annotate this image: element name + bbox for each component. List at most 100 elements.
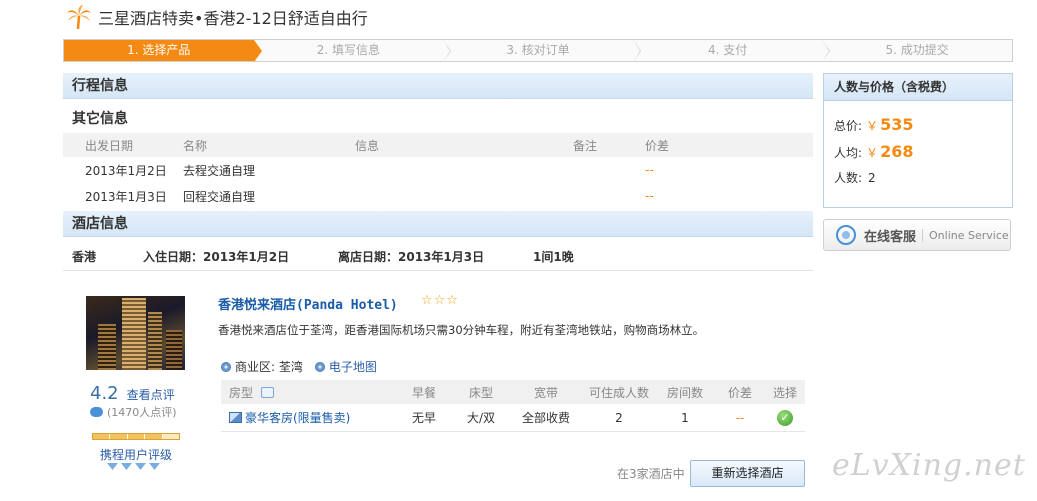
header-diff: 价差 — [645, 138, 670, 153]
room-type-link[interactable]: 豪华客房(限量售卖) — [245, 409, 350, 426]
selected-check-icon[interactable]: ✓ — [777, 409, 793, 426]
row-diff: -- — [645, 189, 654, 203]
avg-price-row: 人均: ￥ 268 — [834, 142, 913, 161]
step-pay: 4. 支付 — [633, 40, 831, 62]
step-fill-info: 2. 填写信息 — [254, 40, 452, 62]
table-row: 2013年1月3日 回程交通自理 -- — [63, 183, 813, 209]
avg-currency: ￥ — [866, 146, 879, 160]
district-text: 商业区: 荃湾 — [235, 360, 303, 374]
room-adults: 2 — [615, 410, 623, 425]
hotel-name-link[interactable]: 香港悦来酒店(Panda Hotel) — [218, 294, 398, 313]
total-value: 535 — [880, 115, 914, 134]
header-room-type: 房型 — [221, 384, 395, 401]
checkout-date: 离店日期：2013年1月3日 — [338, 250, 485, 264]
checkin-date: 入住日期：2013年1月2日 — [143, 250, 290, 264]
row-diff: -- — [645, 163, 654, 177]
avg-value: 268 — [880, 142, 914, 161]
photo-icon[interactable] — [229, 412, 242, 423]
hotel-stay-summary: 香港 入住日期：2013年1月2日 离店日期：2013年1月3日 1间1晚 — [63, 243, 813, 271]
chat-icon — [836, 225, 856, 245]
title-bar: 三星酒店特卖•香港2-12日舒适自由行 — [66, 4, 368, 30]
header-note: 备注 — [573, 138, 598, 153]
room-table: 房型 早餐 床型 宽带 可住成人数 房间数 价差 选择 豪华客房(限量售卖) 无… — [221, 380, 805, 432]
table-row: 豪华客房(限量售卖) 无早 大/双 全部收费 2 1 -- ✓ — [221, 404, 805, 432]
itinerary-section-header: 行程信息 — [63, 73, 813, 99]
hotel-description: 香港悦来酒店位于荃湾，距香港国际机场只需30分钟车程，附近有荃湾地铁站，购物商场… — [218, 323, 705, 337]
table-header: 房型 早餐 床型 宽带 可住成人数 房间数 价差 选择 — [221, 380, 805, 404]
stay-city: 香港 — [72, 250, 97, 264]
diamond-rating — [107, 463, 160, 470]
step-verify-order: 3. 核对订单 — [443, 40, 641, 62]
price-panel-title: 人数与价格（含税费） — [824, 74, 1012, 101]
online-service-sublabel: Online Service — [922, 228, 1009, 242]
review-count: (1470人点评) — [90, 404, 177, 420]
row-name: 回程交通自理 — [183, 189, 256, 204]
reselect-hotel-button[interactable]: 重新选择酒店 — [690, 460, 805, 487]
diamond-icon — [121, 463, 132, 470]
diamond-icon — [149, 463, 160, 470]
header-date: 出发日期 — [85, 138, 134, 153]
user-rating-bar — [92, 433, 180, 440]
room-broadband: 全部收费 — [521, 411, 570, 425]
room-type-header-label: 房型 — [229, 385, 254, 400]
person-count-row: 人数: 2 — [834, 169, 876, 186]
hotel-star-rating: ☆☆☆ — [421, 293, 459, 308]
watermark: eLvXing.net — [832, 448, 1026, 483]
avg-label: 人均: — [834, 146, 863, 160]
map-link-label: 电子地图 — [328, 360, 377, 374]
header-bed: 床型 — [468, 385, 493, 400]
total-currency: ￥ — [866, 119, 879, 133]
row-date: 2013年1月3日 — [85, 189, 167, 204]
price-panel: 人数与价格（含税费） 总价: ￥ 535 人均: ￥ 268 人数: 2 — [823, 73, 1013, 208]
hotel-score: 4.2 — [90, 383, 119, 404]
step-label: 5. 成功提交 — [885, 43, 949, 57]
header-rooms: 房间数 — [666, 385, 703, 400]
diamond-icon — [135, 463, 146, 470]
header-select: 选择 — [772, 385, 797, 400]
map-link[interactable]: 电子地图 — [314, 358, 377, 375]
step-label: 1. 选择产品 — [127, 43, 191, 57]
count-label: 人数: — [834, 171, 863, 185]
hotel-score-line: 4.2 查看点评 — [90, 383, 175, 404]
step-submit-success: 5. 成功提交 — [822, 40, 1012, 61]
table-row: 2013年1月2日 去程交通自理 -- — [63, 157, 813, 183]
hotel-count-note: 在3家酒店中 — [617, 467, 685, 481]
room-count: 1 — [681, 410, 689, 425]
header-info: 信息 — [355, 138, 380, 153]
room-bed: 大/双 — [466, 411, 496, 425]
step-label: 3. 核对订单 — [506, 43, 570, 57]
user-rating-label: 携程用户评级 — [100, 448, 173, 462]
hotel-location-line: 商业区: 荃湾 电子地图 — [221, 358, 377, 375]
table-header: 出发日期 名称 信息 备注 价差 — [63, 133, 813, 157]
hotel-photo[interactable] — [86, 296, 185, 370]
online-service-label: 在线客服 — [864, 229, 917, 245]
page-title: 三星酒店特卖•香港2-12日舒适自由行 — [98, 9, 368, 28]
header-broadband: 宽带 — [533, 385, 558, 400]
count-value: 2 — [868, 171, 876, 185]
room-breakfast: 无早 — [411, 411, 436, 425]
room-type-cell: 豪华客房(限量售卖) — [221, 409, 395, 426]
monitor-icon[interactable] — [261, 386, 275, 398]
view-reviews-link[interactable]: 查看点评 — [127, 386, 175, 403]
other-info-table: 出发日期 名称 信息 备注 价差 2013年1月2日 去程交通自理 -- 201… — [63, 133, 813, 209]
map-icon — [314, 361, 325, 372]
room-diff: -- — [735, 410, 745, 425]
district-icon — [221, 361, 231, 372]
comment-bubble-icon — [90, 407, 103, 417]
online-service-button[interactable]: 在线客服 Online Service — [823, 219, 1011, 251]
step-label: 2. 填写信息 — [316, 43, 381, 57]
diamond-icon — [107, 463, 118, 470]
header-diff: 价差 — [727, 385, 752, 400]
progress-steps: 1. 选择产品 2. 填写信息 3. 核对订单 4. 支付 5. 成功提交 — [63, 39, 1013, 62]
header-name: 名称 — [183, 138, 208, 153]
palm-logo-icon — [67, 5, 91, 30]
step-label: 4. 支付 — [707, 43, 748, 57]
room-select-cell: ✓ — [765, 409, 805, 426]
header-adults: 可住成人数 — [588, 385, 649, 400]
row-name: 去程交通自理 — [183, 163, 256, 178]
total-label: 总价: — [834, 119, 863, 133]
row-date: 2013年1月2日 — [85, 163, 167, 178]
hotel-section-header: 酒店信息 — [63, 211, 813, 237]
header-breakfast: 早餐 — [411, 385, 436, 400]
review-count-text: (1470人点评) — [107, 406, 177, 419]
